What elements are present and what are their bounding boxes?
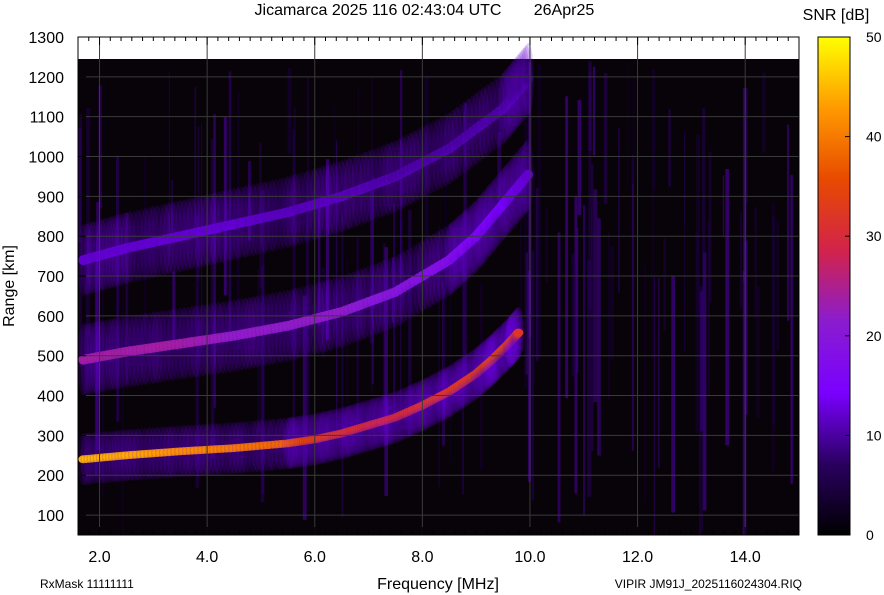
noise-streak: [86, 107, 91, 335]
noise-streak: [683, 131, 686, 352]
y-tick-label: 100: [37, 508, 64, 525]
noise-streak: [740, 212, 742, 308]
x-tick-label: 10.0: [514, 549, 545, 566]
noise-streak: [535, 188, 539, 361]
noise-streak: [341, 217, 344, 518]
ionogram-chart: Jicamarca 2025 116 02:43:04 UTC 26Apr25 …: [1, 2, 882, 593]
noise-streak: [741, 90, 743, 254]
noise-streak: [658, 277, 660, 469]
noise-streak: [708, 151, 712, 302]
colorbar: 0 10 20 30 40 50 SNR [dB]: [803, 7, 882, 543]
colorbar-tick-label: 0: [866, 527, 874, 543]
noise-streak: [115, 257, 117, 535]
chart-title: Jicamarca 2025 116 02:43:04 UTC: [255, 2, 502, 19]
noise-streak: [754, 207, 758, 319]
y-tick-label: 400: [37, 389, 64, 406]
y-tick-label: 800: [37, 229, 64, 246]
noise-streak: [531, 251, 535, 501]
colorbar-tick-label: 40: [866, 129, 882, 145]
noise-streak: [725, 168, 730, 446]
noise-streak: [576, 228, 579, 373]
noise-streak: [588, 61, 592, 151]
colorbar-gradient: [817, 36, 851, 536]
colorbar-label: SNR [dB]: [803, 7, 870, 24]
y-axis: 100 200 300 400 500 600 700 800 900 1000 1100 1200 1…: [28, 30, 86, 525]
noise-streak: [761, 72, 766, 153]
noise-streak: [545, 208, 548, 283]
y-tick-label: 600: [37, 309, 64, 326]
noise-streak: [700, 291, 704, 432]
noise-streak: [643, 265, 647, 504]
chart-date: 26Apr25: [534, 2, 595, 19]
colorbar-tick-label: 20: [866, 328, 882, 344]
noise-streak: [663, 237, 667, 332]
x-tick-label: 8.0: [411, 549, 433, 566]
y-tick-label: 1300: [28, 30, 64, 47]
colorbar-tick-label: 10: [866, 427, 882, 443]
y-tick-label: 1200: [28, 70, 64, 87]
noise-streak: [98, 85, 102, 208]
x-tick-label: 2.0: [88, 549, 110, 566]
echo-trace: [523, 169, 534, 180]
noise-streak: [607, 231, 610, 402]
y-tick-label: 200: [37, 468, 64, 485]
noise-streak: [603, 72, 608, 204]
noise-streak: [577, 100, 582, 216]
noise-streak: [593, 189, 598, 403]
noise-streak: [573, 268, 576, 391]
x-tick-label: 6.0: [304, 549, 326, 566]
noise-streak: [722, 175, 725, 237]
noise-streak: [631, 154, 634, 451]
colorbar-ticks: 0 10 20 30 40 50: [845, 29, 882, 543]
y-tick-label: 500: [37, 349, 64, 366]
y-tick-label: 700: [37, 269, 64, 286]
echo-trace: [513, 328, 524, 337]
noise-streak: [104, 78, 107, 167]
noise-streak: [651, 69, 656, 190]
echo-trace: [523, 74, 534, 85]
noise-streak: [610, 246, 615, 361]
y-tick-label: 900: [37, 189, 64, 206]
noise-streak: [590, 164, 594, 452]
noise-streak: [592, 66, 596, 156]
file-name-label: VIPIR JM91J_2025116024304.RIQ: [615, 577, 802, 591]
colorbar-tick-label: 50: [866, 29, 882, 45]
noise-streak: [671, 275, 676, 513]
noise-streak: [122, 251, 124, 536]
noise-streak: [786, 124, 790, 321]
noise-streak: [210, 138, 215, 458]
noise-streak: [597, 218, 601, 456]
x-tick-label: 14.0: [730, 549, 761, 566]
noise-streak: [668, 109, 671, 187]
noise-streak: [582, 204, 586, 516]
noise-streak: [626, 61, 629, 186]
noise-streak: [565, 96, 569, 399]
noise-streak: [695, 231, 700, 434]
no-data-strip: [78, 37, 799, 59]
y-tick-label: 1100: [30, 110, 65, 127]
noise-streak: [356, 87, 360, 166]
plot-area: [77, 36, 800, 536]
noise-streak: [287, 67, 292, 155]
rx-mask-label: RxMask 11111111: [40, 577, 134, 591]
colorbar-tick-label: 30: [866, 228, 882, 244]
y-axis-label: Range [km]: [1, 245, 18, 327]
x-tick-label: 12.0: [622, 549, 653, 566]
noise-streak: [587, 260, 592, 497]
x-axis-label: Frequency [MHz]: [377, 576, 499, 593]
noise-streak: [776, 220, 780, 350]
noise-streak: [618, 127, 620, 293]
noise-streak: [701, 108, 706, 315]
noise-streak: [631, 76, 636, 184]
noise-streak: [790, 174, 793, 484]
y-tick-label: 300: [37, 428, 64, 445]
y-tick-label: 1000: [28, 150, 64, 167]
x-tick-label: 4.0: [196, 549, 218, 566]
noise-streak: [771, 202, 775, 472]
